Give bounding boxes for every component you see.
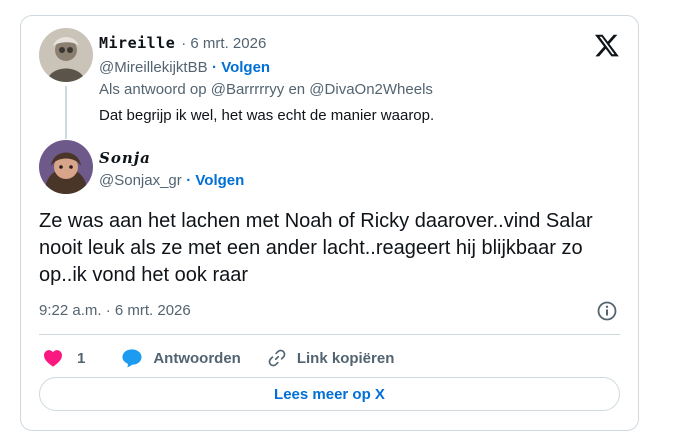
copy-link-button[interactable]: Link kopiëren bbox=[267, 348, 395, 368]
reply-avatar[interactable] bbox=[39, 140, 93, 194]
heart-icon bbox=[44, 350, 62, 367]
parent-header: Mireille · 6 mrt. 2026 bbox=[99, 34, 266, 52]
like-button[interactable]: 1 bbox=[43, 349, 85, 367]
parent-date[interactable]: · 6 mrt. 2026 bbox=[181, 35, 266, 52]
reply-handle[interactable]: @Sonjax_gr bbox=[99, 172, 182, 189]
read-more-button[interactable]: Lees meer op X bbox=[39, 377, 620, 411]
reply-label: Antwoorden bbox=[153, 349, 241, 367]
info-icon[interactable] bbox=[596, 300, 618, 322]
action-bar: 1 Antwoorden Link kopiëren bbox=[43, 346, 394, 370]
reply-button[interactable]: Antwoorden bbox=[121, 348, 241, 368]
copy-link-label: Link kopiëren bbox=[296, 349, 395, 367]
link-icon bbox=[268, 349, 286, 367]
thread-line bbox=[65, 86, 67, 139]
parent-reply-context: Als antwoord op @Barrrrryy en @DivaOn2Wh… bbox=[99, 81, 433, 98]
tweet-timestamp[interactable]: 9:22 a.m. · 6 mrt. 2026 bbox=[39, 302, 191, 319]
parent-handle[interactable]: @MireillekijktBB bbox=[99, 59, 208, 76]
reply-handle-row: @Sonjax_gr · Volgen bbox=[99, 172, 244, 190]
parent-handle-row: @MireillekijktBB · Volgen bbox=[99, 59, 270, 77]
speech-bubble-icon bbox=[122, 349, 142, 368]
parent-display-name[interactable]: Mireille bbox=[99, 34, 175, 52]
reply-display-name[interactable]: Sonja bbox=[99, 149, 151, 167]
like-count: 1 bbox=[77, 349, 86, 367]
reply-tweet-text: Ze was aan het lachen met Noah of Ricky … bbox=[39, 210, 593, 286]
divider bbox=[39, 334, 620, 335]
reply-follow-link[interactable]: · Volgen bbox=[186, 172, 244, 189]
embedded-tweet-card: Mireille · 6 mrt. 2026 @MireillekijktBB … bbox=[20, 15, 639, 431]
x-logo-icon[interactable] bbox=[594, 32, 620, 58]
parent-follow-link[interactable]: · Volgen bbox=[212, 59, 270, 76]
parent-avatar[interactable] bbox=[39, 28, 93, 82]
reply-header: Sonja bbox=[99, 149, 151, 168]
parent-tweet-text: Dat begrijp ik wel, het was echt de mani… bbox=[99, 107, 435, 124]
